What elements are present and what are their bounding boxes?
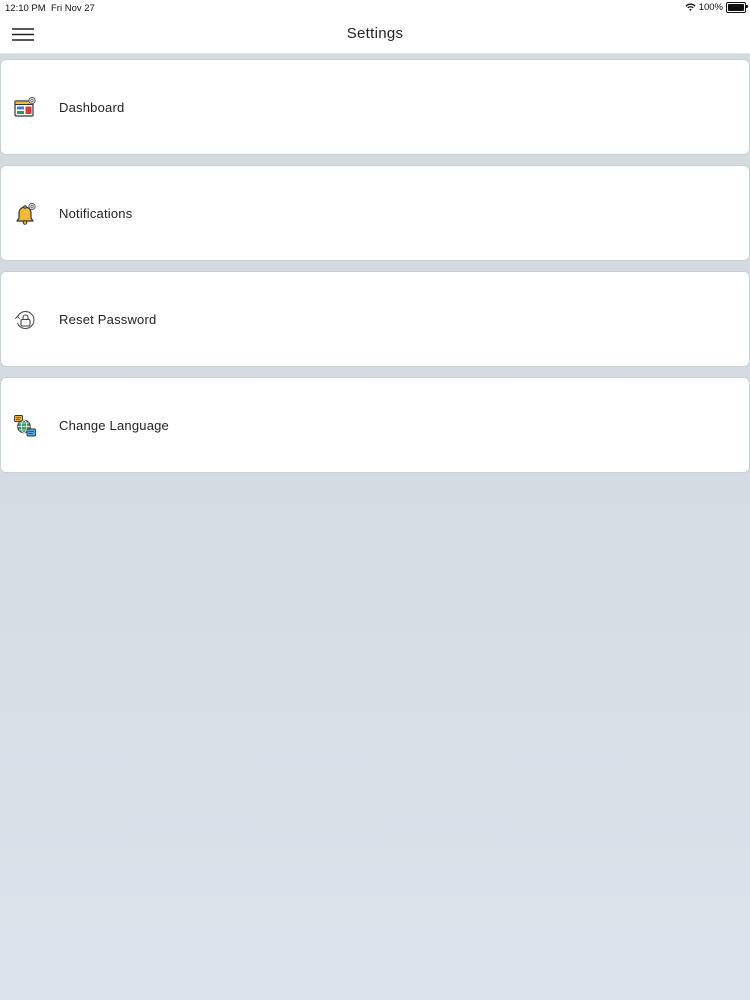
notification-bell-icon	[16, 202, 36, 225]
status-date: Fri Nov 27	[51, 3, 95, 14]
reset-password-lock-icon	[14, 310, 35, 330]
status-bar: 12:10 PM Fri Nov 27 100%	[0, 0, 750, 16]
wifi-icon	[685, 3, 696, 11]
settings-item-label: Notifications	[59, 206, 133, 221]
settings-item-label: Dashboard	[59, 100, 125, 115]
settings-item-label: Change Language	[59, 418, 169, 433]
settings-list: Dashboard Notifications Reset Password C…	[0, 59, 750, 483]
navigation-bar: Settings	[0, 16, 750, 54]
battery-icon	[726, 2, 748, 13]
settings-item-reset-password[interactable]: Reset Password	[0, 271, 750, 367]
settings-item-change-language[interactable]: Change Language	[0, 377, 750, 473]
settings-item-label: Reset Password	[59, 312, 157, 327]
status-time: 12:10 PM	[5, 3, 46, 14]
status-indicators: 100%	[685, 2, 748, 13]
settings-item-notifications[interactable]: Notifications	[0, 165, 750, 261]
language-globe-icon	[14, 415, 36, 437]
dashboard-icon	[14, 96, 36, 117]
page-title: Settings	[346, 25, 404, 42]
settings-item-dashboard[interactable]: Dashboard	[0, 59, 750, 155]
battery-percent: 100%	[698, 2, 723, 13]
